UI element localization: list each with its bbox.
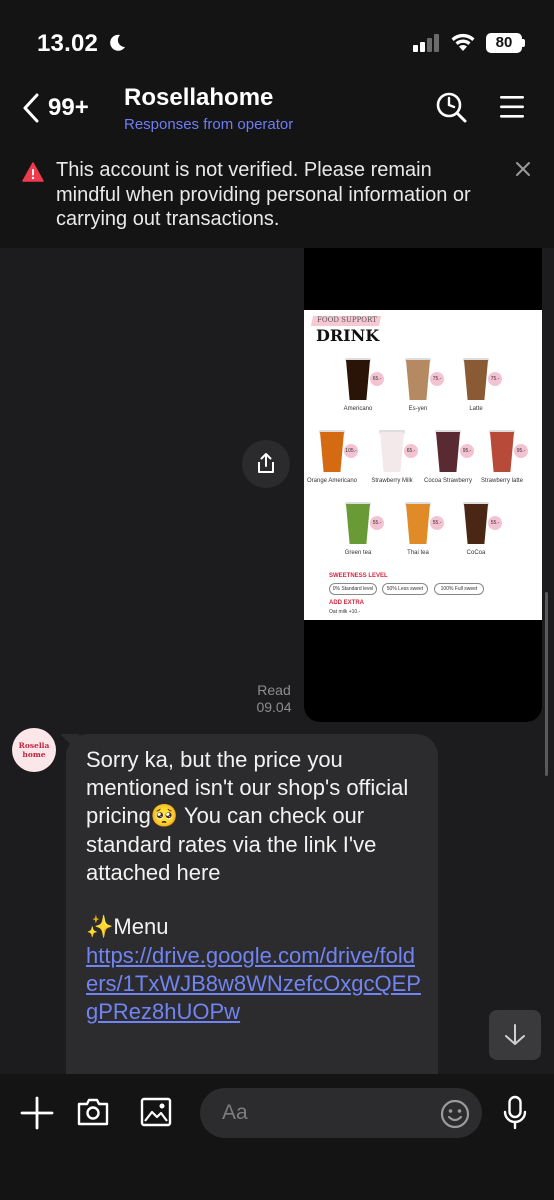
drink-price: 75.- (430, 372, 444, 386)
image-icon[interactable] (140, 1097, 172, 1127)
drink-price: 105.- (344, 444, 358, 458)
scrollbar[interactable] (545, 592, 548, 776)
drink-menu-image[interactable]: FOOD SUPPORT DRINK 65.- Americano 75.- Es-y… (304, 310, 542, 620)
avatar-logo-text: Rosella home (18, 741, 50, 759)
message-text: Sorry ka, but the price you mentioned is… (86, 747, 409, 885)
status-bar: 13.02 80 (0, 0, 554, 80)
sweetness-option: 50% Less sweet (382, 583, 428, 595)
drink-price: 55.- (430, 516, 444, 530)
menu-tag-text: FOOD SUPPORT (317, 316, 377, 324)
drink-price: 55.- (370, 516, 384, 530)
chat-title[interactable]: Rosellahome (124, 84, 273, 112)
moon-icon (110, 34, 125, 51)
chat-subtitle: Responses from operator (124, 116, 294, 133)
read-receipt: Read 09.04 (250, 682, 298, 716)
unread-count[interactable]: 99+ (48, 94, 89, 122)
drink-name: Latte (469, 406, 483, 412)
warning-text: This account is not verified. Please rem… (56, 159, 471, 230)
message-bubble[interactable]: Sorry ka, but the price you mentioned is… (66, 734, 438, 1074)
drink-name: CoCoa (466, 550, 486, 556)
sweetness-option: 0% Standard level (329, 583, 377, 595)
camera-icon[interactable] (76, 1096, 110, 1128)
drink-cup (406, 504, 430, 544)
drink-cup (346, 360, 370, 400)
arrow-down-icon (505, 1024, 525, 1045)
warning-icon (22, 162, 44, 182)
avatar[interactable]: Rosella home — · — (12, 728, 56, 772)
clock: 13.02 (37, 30, 99, 57)
sweetness-option: 100% Full sweet (434, 583, 484, 595)
drink-price: 95.- (460, 444, 474, 458)
back-icon[interactable] (20, 92, 42, 124)
drink-price: 95.- (514, 444, 528, 458)
message-menu-label: ✨Menu (86, 914, 169, 939)
read-label: Read (257, 682, 291, 698)
drink-name: Strawberry latte (480, 478, 523, 484)
drink-price: 65.- (370, 372, 384, 386)
drink-price: 55.- (488, 516, 502, 530)
sweetness-title: SWEETNESS LEVEL (329, 573, 388, 579)
extra-title: ADD EXTRA (329, 600, 365, 606)
share-icon (258, 453, 274, 473)
extra-item: Oat milk +10.- (329, 609, 361, 615)
drive-link[interactable]: https://drive.google.com/drive/folders/1… (86, 942, 426, 1027)
wifi-icon (451, 33, 475, 51)
signal-icon (413, 34, 439, 52)
drink-cup (436, 432, 460, 472)
drink-price: 65.- (404, 444, 418, 458)
image-message-bubble[interactable]: FOOD SUPPORT DRINK 65.- Americano 75.- Es-y… (304, 248, 542, 722)
avatar-logo-sub: — · — (28, 752, 40, 756)
menu-icon[interactable] (498, 94, 526, 120)
battery-indicator: 80 (486, 33, 522, 53)
close-icon[interactable] (514, 160, 532, 178)
scroll-to-bottom-button[interactable] (489, 1010, 541, 1060)
mic-icon[interactable] (503, 1095, 527, 1131)
emoji-icon[interactable] (440, 1099, 470, 1129)
drink-cup (346, 504, 370, 544)
drink-cup (406, 360, 430, 400)
drink-cup (464, 504, 488, 544)
read-time: 09.04 (256, 699, 292, 715)
share-button[interactable] (242, 440, 290, 488)
drink-cup (464, 360, 488, 400)
battery-tip (522, 39, 525, 47)
drink-cup (380, 432, 404, 472)
menu-heading: DRINK (316, 326, 380, 345)
drink-cup (320, 432, 344, 472)
chat-area[interactable]: FOOD SUPPORT DRINK 65.- Americano 75.- Es-y… (0, 248, 554, 1074)
plus-icon[interactable] (20, 1096, 54, 1130)
drink-cup (490, 432, 514, 472)
drink-price: 75.- (488, 372, 502, 386)
unverified-warning-banner: This account is not verified. Please rem… (0, 148, 554, 248)
search-icon[interactable] (434, 90, 468, 124)
chat-header: 99+ Rosellahome Responses from operator (0, 80, 554, 148)
message-input-bar (0, 1074, 554, 1200)
